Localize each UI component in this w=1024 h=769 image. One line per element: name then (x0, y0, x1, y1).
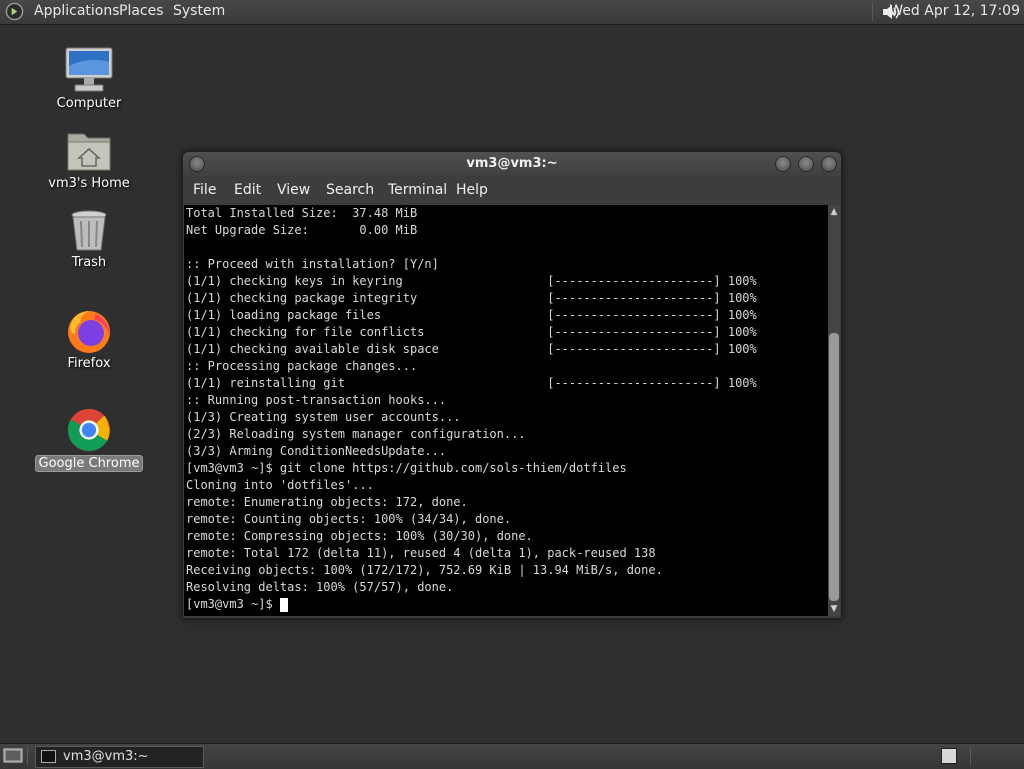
terminal-line: Resolving deltas: 100% (57/57), done. (186, 580, 454, 594)
terminal-cursor (279, 597, 288, 612)
terminal-line: :: Proceed with installation? [Y/n] (186, 257, 439, 271)
menu-system[interactable]: System (173, 3, 225, 19)
panel-separator (970, 747, 971, 765)
terminal-line: (1/1) checking available disk space [---… (186, 342, 757, 356)
terminal-line: remote: Counting objects: 100% (34/34), … (186, 512, 512, 526)
desktop-icon-label: Trash (71, 255, 107, 270)
home-folder-icon (67, 133, 111, 171)
panel-separator (872, 3, 873, 21)
desktop-icon-label: Firefox (67, 356, 111, 371)
distro-logo-icon[interactable] (5, 2, 24, 21)
desktop-icon-trash[interactable]: Trash (34, 209, 144, 270)
menu-help[interactable]: Help (456, 182, 488, 198)
menu-applications[interactable]: Applications (34, 3, 120, 19)
terminal-line: (2/3) Reloading system manager configura… (186, 427, 526, 441)
menu-search[interactable]: Search (326, 182, 374, 198)
bottom-panel: vm3@vm3:~ (0, 743, 1024, 769)
menu-places[interactable]: Places (119, 3, 164, 19)
terminal-line: [vm3@vm3 ~]$ git clone https://github.co… (186, 461, 627, 475)
menu-edit[interactable]: Edit (234, 182, 261, 198)
menu-view[interactable]: View (277, 182, 310, 198)
desktop-icon-home[interactable]: vm3's Home (34, 128, 144, 191)
terminal-line: remote: Total 172 (delta 11), reused 4 (… (186, 546, 656, 560)
show-desktop-icon[interactable] (3, 747, 23, 765)
terminal-line: Total Installed Size: 37.48 MiB (186, 206, 418, 220)
maximize-button[interactable] (798, 156, 814, 172)
chrome-icon (67, 408, 111, 452)
window-titlebar[interactable]: vm3@vm3:~ (183, 152, 841, 176)
trash-icon (71, 210, 107, 251)
desktop-icon-computer[interactable]: Computer (34, 46, 144, 111)
terminal-line: (3/3) Arming ConditionNeedsUpdate... (186, 444, 447, 458)
scrollbar-thumb[interactable] (829, 333, 839, 601)
window-title: vm3@vm3:~ (466, 156, 558, 171)
computer-icon (65, 47, 113, 92)
menu-file[interactable]: File (193, 182, 216, 198)
workspace-switcher[interactable] (941, 748, 957, 764)
scroll-down-arrow-icon[interactable]: ▼ (828, 603, 840, 615)
terminal-icon (41, 750, 56, 763)
desktop-icon-label: Google Chrome (34, 455, 144, 472)
taskbar-window-button[interactable]: vm3@vm3:~ (35, 746, 204, 768)
desktop-icon-label: Computer (56, 96, 122, 111)
terminal-line: (1/3) Creating system user accounts... (186, 410, 461, 424)
terminal-line: (1/1) checking for file conflicts [-----… (186, 325, 757, 339)
terminal-line: (1/1) checking keys in keyring [--------… (186, 274, 757, 288)
taskbar-window-label: vm3@vm3:~ (63, 749, 149, 764)
terminal-prompt: [vm3@vm3 ~]$ (186, 597, 280, 611)
terminal-line: Net Upgrade Size: 0.00 MiB (186, 223, 418, 237)
scroll-up-arrow-icon[interactable]: ▲ (828, 206, 840, 218)
terminal-line: :: Processing package changes... (186, 359, 418, 373)
terminal-scrollbar[interactable]: ▲ ▼ (828, 205, 840, 616)
terminal-line: :: Running post-transaction hooks... (186, 393, 447, 407)
panel-separator (27, 747, 28, 765)
terminal-window: vm3@vm3:~ File Edit View Search Terminal… (182, 151, 842, 619)
terminal-line: remote: Compressing objects: 100% (30/30… (186, 529, 533, 543)
terminal-line: (1/1) checking package integrity [------… (186, 291, 757, 305)
terminal-output[interactable]: Total Installed Size: 37.48 MiB Net Upgra… (184, 205, 828, 616)
clock[interactable]: Wed Apr 12, 17:09 (889, 3, 1020, 19)
terminal-prompt-line: [vm3@vm3 ~]$ (184, 596, 828, 613)
desktop-icon-label: vm3's Home (48, 176, 130, 191)
terminal-line: Cloning into 'dotfiles'... (186, 478, 374, 492)
desktop-icon-firefox[interactable]: Firefox (34, 308, 144, 371)
minimize-button[interactable] (775, 156, 791, 172)
terminal-line: remote: Enumerating objects: 172, done. (186, 495, 468, 509)
close-button[interactable] (821, 156, 837, 172)
terminal-line: (1/1) loading package files [-----------… (186, 308, 757, 322)
top-panel: Applications Places System Wed Apr 12, 1… (0, 0, 1024, 25)
terminal-line: Receiving objects: 100% (172/172), 752.6… (186, 563, 663, 577)
menu-terminal[interactable]: Terminal (388, 182, 447, 198)
window-menubar: File Edit View Search Terminal Help (183, 177, 841, 204)
terminal-line: (1/1) reinstalling git [----------------… (186, 376, 757, 390)
desktop-icon-chrome[interactable]: Google Chrome (34, 407, 144, 472)
firefox-icon (68, 311, 110, 353)
